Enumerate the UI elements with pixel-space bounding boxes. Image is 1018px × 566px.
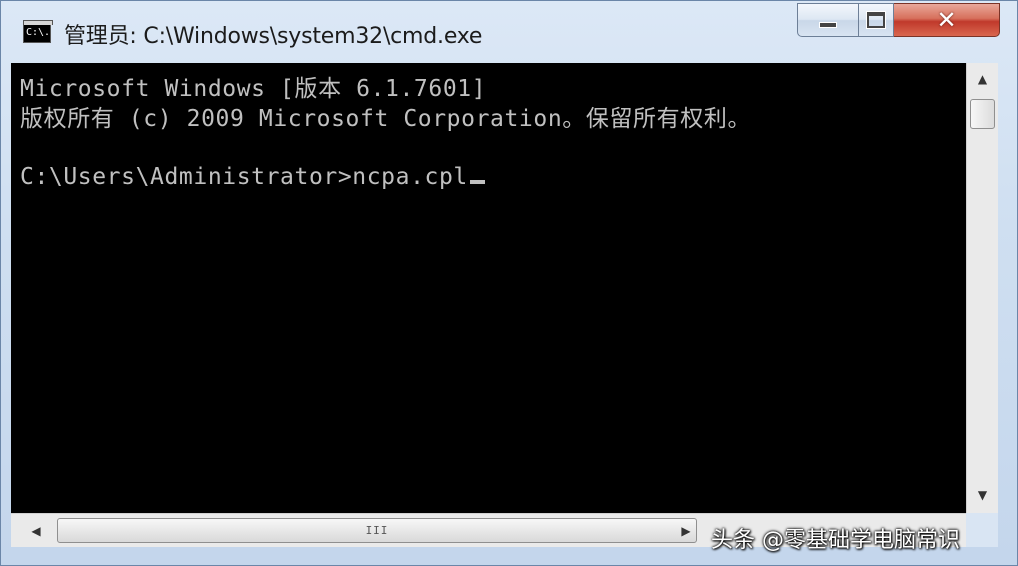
console-line-version: Microsoft Windows [版本 6.1.7601] bbox=[20, 76, 487, 102]
cmd-window: C:\. 管理员: C:\Windows\system32\cmd.exe ✕ … bbox=[0, 0, 1018, 566]
close-icon: ✕ bbox=[936, 6, 957, 34]
console-line-copyright: 版权所有 (c) 2009 Microsoft Corporation。保留所有… bbox=[20, 106, 752, 132]
console-output[interactable]: Microsoft Windows [版本 6.1.7601] 版权所有 (c)… bbox=[11, 63, 966, 513]
maximize-button[interactable] bbox=[859, 3, 894, 37]
horizontal-scroll-thumb[interactable]: III bbox=[57, 518, 697, 543]
text-cursor bbox=[469, 180, 485, 184]
console-prompt-line[interactable]: C:\Users\Administrator>ncpa.cpl bbox=[20, 164, 485, 190]
close-button[interactable]: ✕ bbox=[894, 3, 1000, 37]
scroll-right-arrow-icon[interactable]: ▶ bbox=[671, 514, 701, 547]
vertical-scrollbar[interactable]: ▲ ▼ bbox=[966, 63, 998, 513]
scroll-left-arrow-icon[interactable]: ◀ bbox=[21, 514, 51, 547]
watermark-text: 头条 @零基础学电脑常识 bbox=[711, 528, 960, 553]
console-command-text: C:\Users\Administrator>ncpa.cpl bbox=[20, 164, 468, 190]
maximize-icon bbox=[867, 12, 885, 28]
cmd-app-icon[interactable]: C:\. bbox=[23, 20, 53, 43]
vertical-scroll-thumb[interactable] bbox=[970, 99, 995, 129]
minimize-button[interactable] bbox=[797, 3, 859, 37]
scroll-grip-icon: III bbox=[365, 524, 389, 537]
scroll-up-arrow-icon[interactable]: ▲ bbox=[967, 65, 998, 93]
scroll-down-arrow-icon[interactable]: ▼ bbox=[967, 481, 998, 509]
caption-buttons: ✕ bbox=[797, 3, 1000, 39]
resize-corner[interactable] bbox=[966, 513, 998, 547]
window-title: 管理员: C:\Windows\system32\cmd.exe bbox=[64, 24, 483, 49]
minimize-icon bbox=[819, 22, 837, 28]
title-bar[interactable]: C:\. 管理员: C:\Windows\system32\cmd.exe ✕ bbox=[1, 1, 1017, 61]
